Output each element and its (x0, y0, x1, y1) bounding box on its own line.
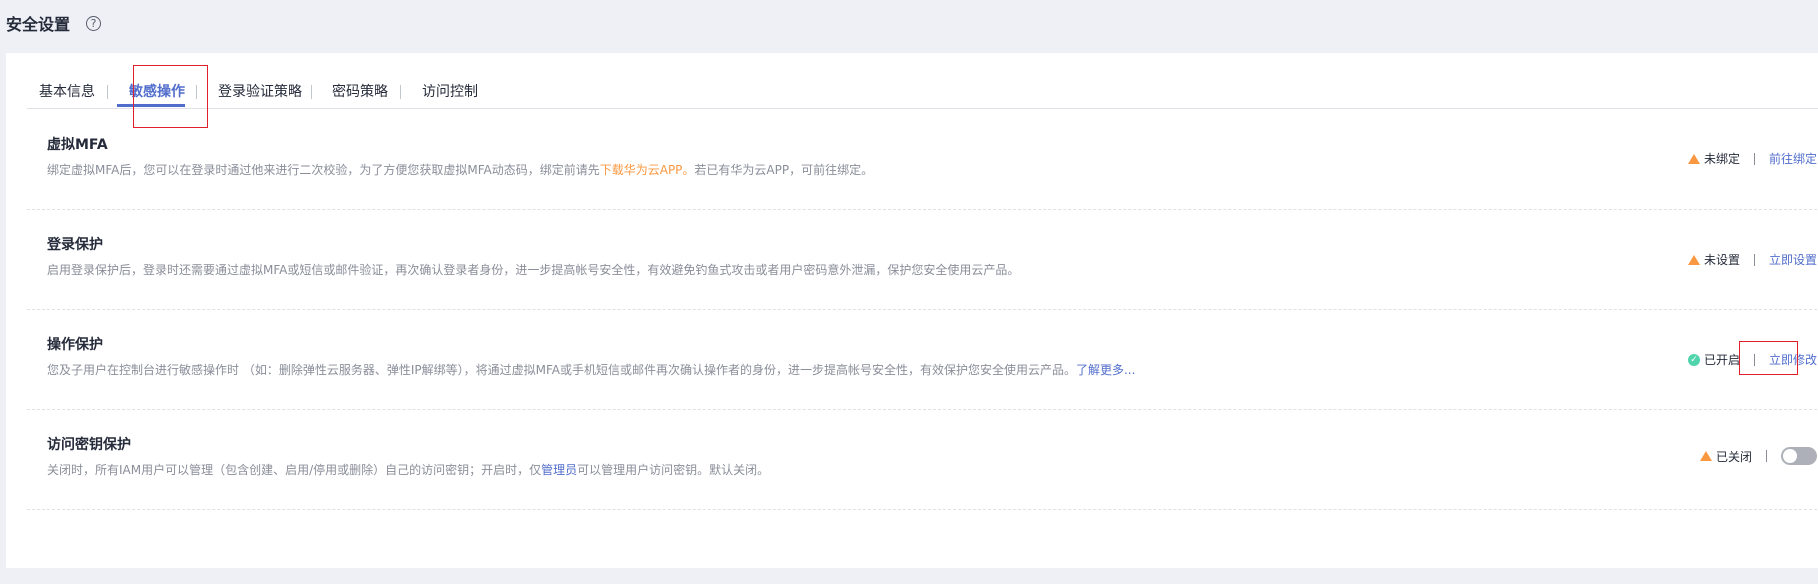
page-header: 安全设置 ? (6, 10, 102, 36)
row-title: 操作保护 (47, 337, 103, 353)
setting-row-mfa: 虚拟MFA 绑定虚拟MFA后，您可以在登录时通过他来进行二次校验，为了方便您获取… (27, 108, 1817, 210)
warning-icon (1687, 254, 1700, 265)
tab-basic-info[interactable]: 基本信息 (39, 81, 95, 101)
bind-mfa-link[interactable]: 前往绑定 (1769, 150, 1817, 167)
active-tab-indicator (117, 104, 185, 107)
setting-row-login-protection: 登录保护 启用登录保护后，登录时还需要通过虚拟MFA或短信或邮件验证，再次确认登… (27, 210, 1817, 310)
learn-more-link[interactable]: 了解更多... (1076, 363, 1135, 377)
status-text: 已开启 (1703, 353, 1740, 367)
tab-password-policy[interactable]: 密码策略 (332, 81, 388, 101)
setting-row-operation-protection: 操作保护 您及子用户在控制台进行敏感操作时 （如：删除弹性云服务器、弹性IP解绑… (27, 310, 1817, 410)
status-separator (1766, 450, 1767, 462)
page-title: 安全设置 (6, 15, 71, 34)
status-text: 已关闭 (1715, 449, 1752, 464)
help-icon[interactable]: ? (86, 15, 102, 31)
tab-divider (107, 85, 108, 99)
row-status: 未设置 立即设置 (1687, 251, 1817, 268)
row-description: 启用登录保护后，登录时还需要通过虚拟MFA或短信或邮件验证，再次确认登录者身份，… (47, 263, 1020, 277)
row-description: 关闭时，所有IAM用户可以管理（包含创建、启用/停用或删除）自己的访问密钥；开启… (47, 463, 770, 477)
warning-icon (1699, 451, 1712, 461)
row-description: 绑定虚拟MFA后，您可以在登录时通过他来进行二次校验，为了方便您获取虚拟MFA动… (47, 163, 874, 177)
row-description: 您及子用户在控制台进行敏感操作时 （如：删除弹性云服务器、弹性IP解绑等），将通… (47, 363, 1136, 377)
status-text: 未设置 (1703, 253, 1740, 267)
tab-login-policy[interactable]: 登录验证策略 (218, 81, 302, 101)
row-status: ✓ 已开启 立即修改 (1687, 351, 1817, 368)
tab-access-control[interactable]: 访问控制 (422, 81, 478, 101)
status-separator (1753, 152, 1755, 165)
row-title: 访问密钥保护 (47, 437, 131, 453)
tab-sensitive-ops[interactable]: 敏感操作 (129, 81, 185, 101)
status-separator (1753, 253, 1755, 266)
row-status: 已关闭 (1699, 447, 1817, 465)
setting-row-access-key-protection: 访问密钥保护 关闭时，所有IAM用户可以管理（包含创建、启用/停用或删除）自己的… (27, 410, 1817, 510)
modify-operation-protection-link[interactable]: 立即修改 (1769, 351, 1817, 368)
access-key-protection-toggle[interactable] (1781, 447, 1817, 465)
admin-link[interactable]: 管理员 (541, 463, 577, 477)
tab-bar: 基本信息 敏感操作 登录验证策略 密码策略 访问控制 (27, 53, 1818, 109)
row-title: 虚拟MFA (47, 137, 108, 153)
tab-divider (311, 85, 312, 99)
tab-divider (400, 85, 401, 99)
status-separator (1753, 353, 1755, 366)
content-card: 基本信息 敏感操作 登录验证策略 密码策略 访问控制 虚拟MFA 绑定虚拟MFA… (6, 53, 1818, 568)
tab-divider (196, 85, 197, 99)
download-app-link[interactable]: 下载华为云APP。 (600, 163, 695, 177)
check-circle-icon: ✓ (1687, 353, 1700, 366)
warning-icon (1687, 153, 1700, 164)
toggle-knob (1783, 449, 1797, 463)
row-title: 登录保护 (47, 237, 103, 253)
status-text: 未绑定 (1703, 152, 1740, 166)
setup-login-protection-link[interactable]: 立即设置 (1769, 251, 1817, 268)
row-status: 未绑定 前往绑定 (1687, 150, 1817, 167)
